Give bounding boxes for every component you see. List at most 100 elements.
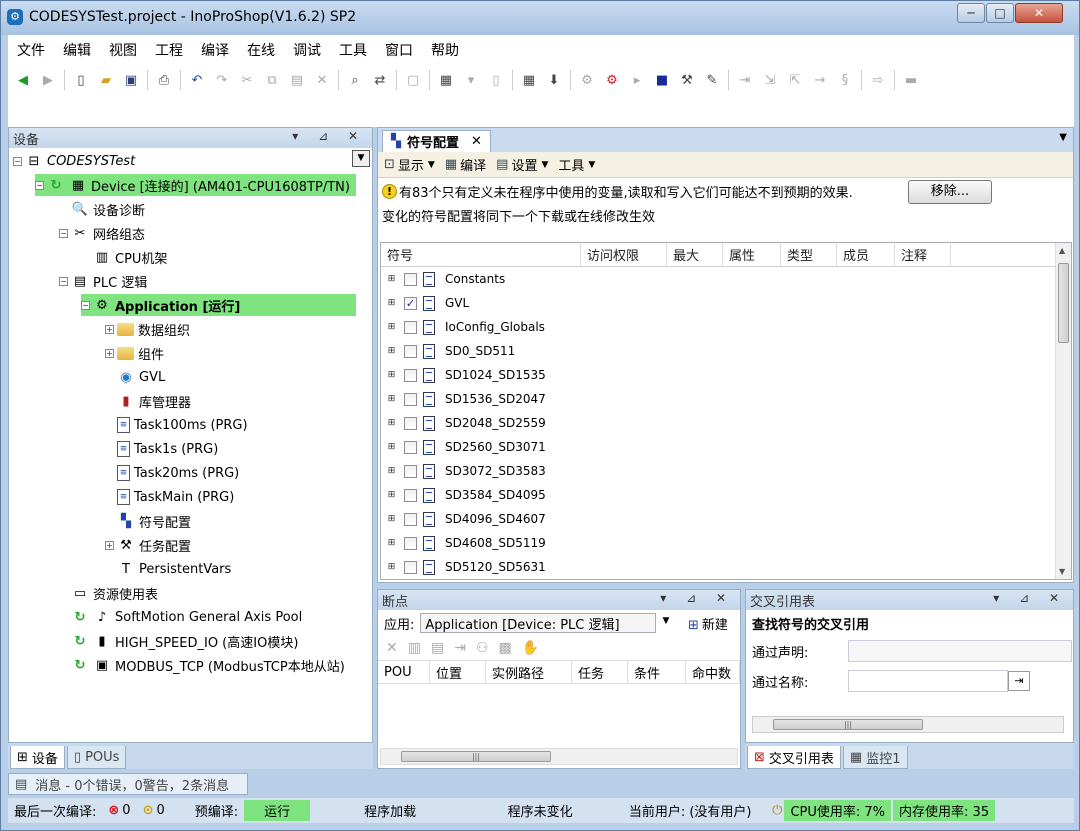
tree-item[interactable]: ↻ ▣ MODBUS_TCP (ModbusTCP本地从站) <box>59 654 345 676</box>
scroll-thumb[interactable] <box>1058 263 1069 343</box>
expand-icon[interactable]: ⊞ <box>387 418 396 428</box>
tree-item[interactable]: − ✂ 网络组态 <box>59 222 145 244</box>
scroll-thumb[interactable]: ||| <box>401 751 551 762</box>
table-row[interactable]: ⊞ SD3072_SD3583 <box>381 459 1071 483</box>
back-icon[interactable]: ◀ <box>14 71 32 89</box>
logout-icon[interactable]: ⚙ <box>603 71 621 89</box>
tree-expander[interactable]: − <box>35 180 44 190</box>
start-icon[interactable]: ▸ <box>628 71 646 89</box>
tree-expander[interactable]: − <box>59 276 68 286</box>
expand-icon[interactable]: ⊞ <box>387 514 396 524</box>
step-over-icon[interactable]: ⇥ <box>736 71 754 89</box>
symbol-checkbox[interactable] <box>404 320 417 334</box>
download-icon[interactable]: ⬇ <box>545 71 563 89</box>
close-tab-icon[interactable]: ✕ <box>471 134 482 149</box>
tree-item[interactable]: − ⊟ CODESYSTest <box>13 150 135 172</box>
name-field[interactable] <box>848 670 1008 692</box>
tree-item[interactable]: ≡ Task100ms (PRG) <box>105 414 248 436</box>
delete-all-icon[interactable]: ▥ <box>408 640 431 656</box>
simulation-icon[interactable]: ▬ <box>902 71 920 89</box>
expand-icon[interactable]: ⊞ <box>387 442 396 452</box>
tree-expander[interactable]: − <box>81 300 90 310</box>
symbol-checkbox[interactable]: ✓ <box>404 296 417 310</box>
enable-icon[interactable]: ⚇ <box>476 640 499 656</box>
menu-help[interactable]: 帮助 <box>428 38 462 62</box>
expand-icon[interactable]: ⊞ <box>387 538 396 548</box>
step-into-icon[interactable]: ⇲ <box>761 71 779 89</box>
forward-icon[interactable]: ▶ <box>39 71 57 89</box>
expand-icon[interactable]: ⊞ <box>387 298 396 308</box>
panel-controls[interactable]: ▾ ⊿ ✕ <box>993 591 1067 605</box>
tree-expander[interactable]: + <box>105 348 114 358</box>
symbol-checkbox[interactable] <box>404 440 417 454</box>
col-hit-count[interactable]: 命中数 <box>686 661 740 683</box>
tab-devices[interactable]: ⊞ 设备 <box>10 746 65 769</box>
scroll-down-icon[interactable]: ▼ <box>1059 567 1065 576</box>
expand-icon[interactable]: ⊞ <box>387 274 396 284</box>
replace-icon[interactable]: ⇄ <box>371 71 389 89</box>
undo-icon[interactable]: ↶ <box>188 71 206 89</box>
menu-online[interactable]: 在线 <box>244 38 278 62</box>
symbol-checkbox[interactable] <box>404 464 417 478</box>
tab-list-dropdown-icon[interactable]: ▼ <box>1059 132 1067 143</box>
tree-item[interactable]: ↻ ▮ HIGH_SPEED_IO (高速IO模块) <box>59 630 299 652</box>
tree-item[interactable]: + ⚒ 任务配置 <box>105 534 191 556</box>
save-icon[interactable]: ▣ <box>122 71 140 89</box>
reset-icon[interactable]: ⚒ <box>678 71 696 89</box>
find-icon[interactable]: ⌕ <box>346 71 364 89</box>
table-row[interactable]: ⊞ SD0_SD511 <box>381 339 1071 363</box>
select-all-icon[interactable]: ▢ <box>404 71 422 89</box>
horizontal-scrollbar[interactable]: ||| <box>380 748 738 765</box>
symbol-checkbox[interactable] <box>404 416 417 430</box>
properties-icon[interactable]: ▤ <box>431 640 454 656</box>
tree-item[interactable]: − ↻ ▦ Device [连接的] (AM401-CPU1608TP/TN) <box>35 174 356 196</box>
col-symbol[interactable]: 符号 <box>381 243 581 266</box>
tree-expander[interactable]: − <box>59 228 68 238</box>
menu-project[interactable]: 工程 <box>152 38 186 62</box>
tree-expander[interactable]: + <box>105 540 114 550</box>
col-instance-path[interactable]: 实例路径 <box>486 661 572 683</box>
tree-item[interactable]: ≡ TaskMain (PRG) <box>105 486 234 508</box>
go-to-icon[interactable]: ⇥ <box>454 640 476 656</box>
run-to-cursor-icon[interactable]: → <box>811 71 829 89</box>
table-row[interactable]: ⊞ SD5120_SD5631 <box>381 555 1071 579</box>
panel-controls[interactable]: ▾ ⊿ ✕ <box>292 129 366 143</box>
vertical-scrollbar[interactable]: ▲ ▼ <box>1055 243 1071 579</box>
panel-controls[interactable]: ▾ ⊿ ✕ <box>660 591 734 605</box>
tools-menu-button[interactable]: 工具 ▼ <box>558 155 595 174</box>
hand-icon[interactable]: ✋ <box>522 640 549 656</box>
disable-icon[interactable]: ▩ <box>499 640 522 656</box>
tree-item[interactable]: ▥ CPU机架 <box>81 246 168 268</box>
symbol-checkbox[interactable] <box>404 512 417 526</box>
tab-watch[interactable]: ▦ 监控1 <box>842 746 908 769</box>
delete-icon[interactable]: ✕ <box>386 640 408 656</box>
tree-item[interactable]: − ⚙ Application [运行] <box>81 294 356 316</box>
symbol-checkbox[interactable] <box>404 344 417 358</box>
menu-edit[interactable]: 编辑 <box>60 38 94 62</box>
tree-item[interactable]: + 组件 <box>105 342 164 364</box>
cut-icon[interactable]: ✂ <box>238 71 256 89</box>
menu-file[interactable]: 文件 <box>14 38 48 62</box>
bookmark-icon[interactable]: ▯ <box>487 71 505 89</box>
copy-icon[interactable]: ⧉ <box>263 71 281 89</box>
open-folder-icon[interactable]: ▰ <box>97 71 115 89</box>
paste-icon[interactable]: ▤ <box>288 71 306 89</box>
scroll-thumb[interactable]: ||| <box>773 719 923 730</box>
new-breakpoint-button[interactable]: ⊞ 新建 <box>688 614 728 633</box>
compile-icon[interactable]: ▦ <box>520 71 538 89</box>
table-row[interactable]: ⊞ SD1024_SD1535 <box>381 363 1071 387</box>
col-type[interactable]: 类型 <box>781 243 837 266</box>
menu-debug[interactable]: 调试 <box>290 38 324 62</box>
settings-menu-button[interactable]: ▤ 设置 ▼ <box>496 155 548 174</box>
tree-item[interactable]: ≡ Task1s (PRG) <box>105 438 218 460</box>
symbol-checkbox[interactable] <box>404 392 417 406</box>
tree-item[interactable]: T PersistentVars <box>105 558 231 580</box>
compile-button[interactable]: ▦ 编译 <box>445 155 486 174</box>
remove-button[interactable]: 移除... <box>908 180 992 204</box>
expand-icon[interactable]: ⊞ <box>387 562 396 572</box>
tab-symbol-config[interactable]: ▚ 符号配置 ✕ <box>382 130 491 152</box>
tree-expander[interactable]: + <box>105 324 114 334</box>
expand-icon[interactable]: ⊞ <box>387 346 396 356</box>
col-access[interactable]: 访问权限 <box>581 243 667 266</box>
close-button[interactable]: ✕ <box>1015 3 1063 23</box>
